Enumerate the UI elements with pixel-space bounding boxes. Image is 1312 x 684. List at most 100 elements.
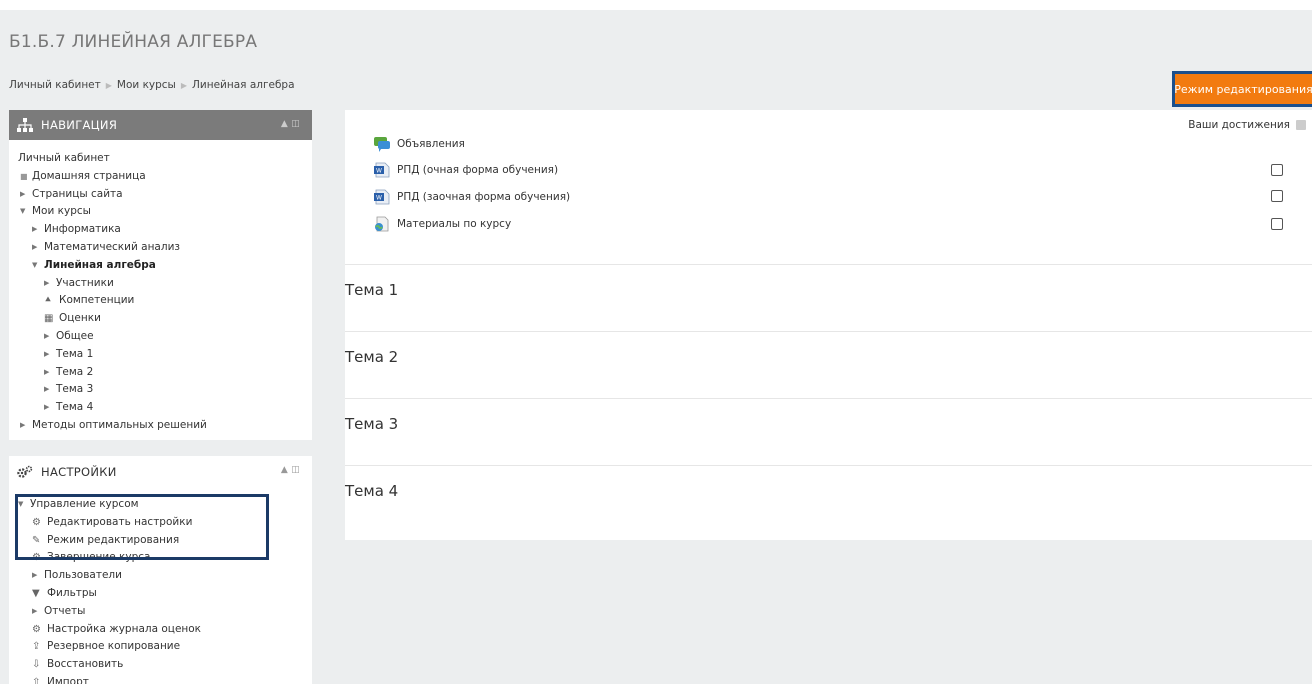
nav-item-home[interactable]: ■ Домашняя страница (18, 168, 312, 186)
breadcrumb: Личный кабинет ▶ Мои курсы ▶ Линейная алгебр… (9, 79, 295, 91)
breadcrumb-item-course[interactable]: Линейная алгебра (192, 79, 295, 91)
svg-text:W: W (376, 195, 382, 202)
settings-item-course-completion[interactable]: ⚙ Завершение курса (18, 549, 312, 567)
forum-icon (373, 136, 391, 152)
activity-label: РПД (заочная форма обучения) (397, 191, 571, 203)
caret-down-icon: ▼ (32, 260, 38, 269)
settings-item-import[interactable]: ⇧ Импорт (18, 674, 312, 684)
completion-checkbox[interactable] (1271, 164, 1283, 176)
nav-item-label: Участники (56, 276, 114, 289)
top-bar (0, 0, 1312, 10)
activity-course-materials[interactable]: Материалы по курсу (373, 216, 511, 232)
folder-icon (373, 216, 391, 232)
caret-right-icon: ▶ (44, 367, 50, 376)
block-collapse-icon[interactable]: ▲ ◫ (281, 465, 300, 475)
activity-announcements[interactable]: Объявления (373, 136, 465, 152)
nav-item-dashboard[interactable]: Личный кабинет (18, 150, 312, 168)
nav-item-topic-1[interactable]: ▶ Тема 1 (18, 346, 312, 364)
settings-item-label: Редактировать настройки (47, 515, 193, 528)
navigation-block-title: НАВИГАЦИЯ (41, 118, 118, 132)
caret-right-icon: ▶ (32, 606, 38, 615)
caret-right-icon: ▶ (44, 349, 50, 358)
block-collapse-icon[interactable]: ▲ ◫ (281, 119, 300, 129)
settings-item-label: Восстановить (47, 658, 124, 671)
settings-item-label: Управление курсом (30, 498, 139, 510)
settings-block-title: НАСТРОЙКИ (41, 465, 117, 479)
nav-item-label: Тема 1 (56, 347, 94, 360)
nav-item-label: Оценки (59, 312, 101, 325)
activity-label: Объявления (397, 138, 465, 150)
word-document-icon: W (373, 162, 391, 178)
caret-right-icon: ▶ (32, 225, 38, 234)
nav-item-topic-3[interactable]: ▶ Тема 3 (18, 381, 312, 399)
section-title: Тема 2 (345, 348, 399, 366)
settings-block-header: НАСТРОЙКИ ▲ ◫ (9, 456, 312, 488)
nav-item-topic-4[interactable]: ▶ Тема 4 (18, 399, 312, 417)
filter-icon: ▼ (32, 587, 40, 599)
course-content: Ваши достижения Объявления W РПД (очная … (345, 110, 1312, 540)
section-topic-3: Тема 3 (345, 398, 1312, 465)
breadcrumb-separator-icon: ▶ (180, 81, 188, 90)
nav-item-math-analysis[interactable]: ▶ Математический анализ (18, 239, 312, 257)
activity-rpd-fulltime[interactable]: W РПД (очная форма обучения) (373, 162, 558, 178)
caret-right-icon: ▶ (44, 331, 50, 340)
caret-right-icon: ▶ (44, 403, 50, 412)
section-topic-2: Тема 2 (345, 331, 1312, 398)
navigation-block-header: НАВИГАЦИЯ ▲ ◫ (9, 110, 312, 140)
achievements-label: Ваши достижения (1188, 119, 1290, 131)
achievements-link[interactable]: Ваши достижения (1188, 119, 1306, 131)
nav-item-competencies[interactable]: ⯅ Компетенции (18, 292, 312, 310)
nav-item-topic-2[interactable]: ▶ Тема 2 (18, 364, 312, 382)
completion-checkbox[interactable] (1271, 218, 1283, 230)
settings-item-gradebook-setup[interactable]: ⚙ Настройка журнала оценок (18, 621, 312, 639)
help-icon[interactable] (1296, 120, 1306, 130)
nav-item-label: Личный кабинет (18, 152, 110, 164)
nav-item-general[interactable]: ▶ Общее (18, 328, 312, 346)
settings-item-filters[interactable]: ▼ Фильтры (18, 585, 312, 603)
settings-item-edit-settings[interactable]: ⚙ Редактировать настройки (18, 514, 312, 532)
edit-mode-button[interactable]: Режим редактирования (1174, 74, 1312, 104)
caret-right-icon: ▶ (20, 420, 26, 429)
section-title: Тема 1 (345, 281, 399, 299)
settings-item-users[interactable]: ▶ Пользователи (18, 567, 312, 585)
settings-item-label: Пользователи (44, 569, 122, 582)
section-title: Тема 3 (345, 415, 399, 433)
settings-item-label: Режим редактирования (47, 533, 180, 546)
settings-item-course-admin[interactable]: ▼ Управление курсом (18, 496, 312, 514)
caret-right-icon: ▶ (44, 385, 50, 394)
pencil-icon: ✎ (32, 534, 41, 546)
gears-icon (17, 465, 33, 479)
svg-text:W: W (376, 168, 382, 175)
settings-item-restore[interactable]: ⇩ Восстановить (18, 656, 312, 674)
backup-icon: ⇪ (32, 641, 41, 653)
settings-item-label: Фильтры (47, 586, 97, 599)
gear-icon: ⚙ (32, 516, 41, 528)
activity-label: Материалы по курсу (397, 218, 512, 230)
nav-item-linear-algebra[interactable]: ▼ Линейная алгебра (18, 257, 312, 275)
breadcrumb-item-dashboard[interactable]: Личный кабинет (9, 79, 101, 91)
navigation-block: НАВИГАЦИЯ ▲ ◫ Личный кабинет ■ Домашняя с… (9, 110, 312, 440)
breadcrumb-item-my-courses[interactable]: Мои курсы (117, 79, 176, 91)
caret-down-icon: ▼ (20, 207, 26, 216)
completion-checkbox[interactable] (1271, 190, 1283, 202)
settings-item-label: Настройка журнала оценок (47, 622, 202, 635)
nav-item-informatics[interactable]: ▶ Информатика (18, 221, 312, 239)
activity-rpd-parttime[interactable]: W РПД (заочная форма обучения) (373, 189, 570, 205)
nav-item-participants[interactable]: ▶ Участники (18, 275, 312, 293)
section-topic-4: Тема 4 (345, 465, 1312, 540)
edit-mode-button-highlight: Режим редактирования (1172, 71, 1312, 107)
caret-right-icon: ▶ (44, 278, 50, 287)
nav-item-my-courses[interactable]: ▼ Мои курсы (18, 203, 312, 221)
settings-item-edit-mode[interactable]: ✎ Режим редактирования (18, 532, 312, 550)
nav-item-label: Линейная алгебра (44, 258, 156, 271)
page-title: Б1.Б.7 ЛИНЕЙНАЯ АЛГЕБРА (9, 32, 258, 52)
nav-item-label: Мои курсы (32, 205, 91, 218)
nav-item-grades[interactable]: ▦ Оценки (18, 310, 312, 328)
settings-item-reports[interactable]: ▶ Отчеты (18, 603, 312, 621)
nav-item-optimal-methods[interactable]: ▶ Методы оптимальных решений (18, 417, 312, 435)
nav-item-site-pages[interactable]: ▶ Страницы сайта (18, 186, 312, 204)
nav-item-label: Домашняя страница (32, 169, 146, 182)
caret-down-icon: ▼ (18, 500, 24, 508)
settings-item-label: Завершение курса (47, 551, 151, 564)
settings-item-backup[interactable]: ⇪ Резервное копирование (18, 638, 312, 656)
